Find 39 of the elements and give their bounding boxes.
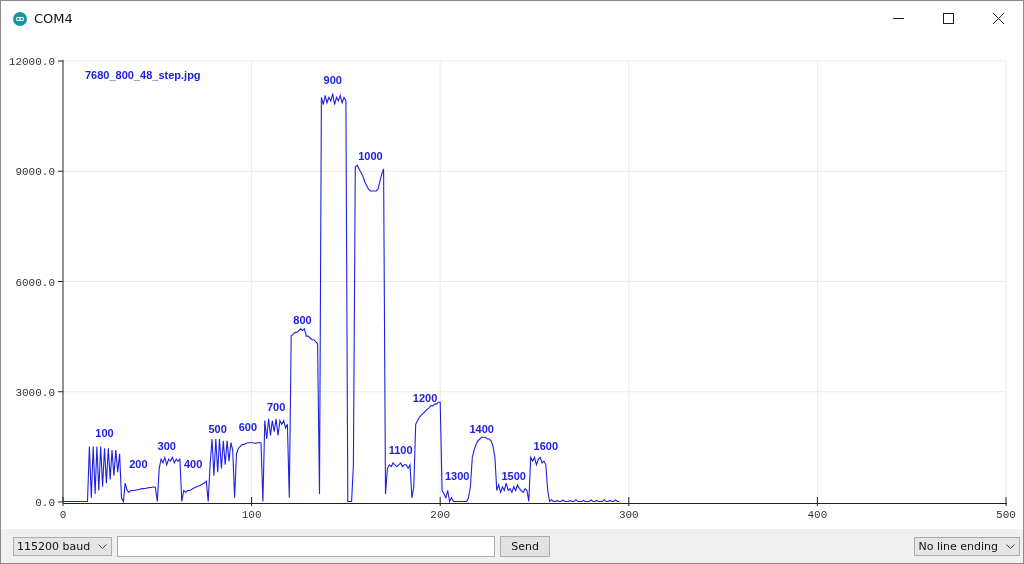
axis-tick-label: 300 — [618, 509, 639, 521]
value-label: 1400 — [469, 423, 494, 435]
axis-tick-label: 9000.0 — [15, 166, 55, 179]
value-label: 600 — [238, 421, 257, 433]
value-label: 1500 — [501, 470, 526, 482]
value-label: 400 — [183, 458, 203, 470]
axis-tick-label: 0 — [59, 509, 67, 521]
app-logo-icon — [13, 11, 27, 26]
axis-tick-label: 400 — [807, 509, 828, 521]
chevron-icon — [1006, 543, 1015, 549]
value-label: 100 — [95, 427, 114, 439]
line-ending-dropdown[interactable]: No line ending — [914, 536, 1020, 556]
value-label: 1300 — [444, 470, 470, 482]
value-label: 700 — [266, 401, 286, 413]
value-label: 1100 — [388, 444, 413, 456]
chevron-icon — [98, 543, 108, 549]
message-input-field[interactable] — [117, 535, 496, 557]
maximize-icon[interactable] — [942, 13, 954, 24]
value-label: 500 — [208, 423, 227, 435]
axis-tick-label: 3000.0 — [15, 386, 55, 399]
value-label: 1600 — [533, 440, 559, 452]
axis-tick-label: 0.0 — [35, 497, 55, 509]
axis-tick-label: 200 — [430, 509, 451, 521]
close-icon[interactable] — [992, 13, 1004, 24]
value-label: 1200 — [412, 392, 438, 404]
series-label: 7680_800_48_step.jpg — [85, 69, 201, 81]
axis-tick-label: 6000.0 — [15, 276, 55, 289]
minimize-icon[interactable] — [892, 18, 904, 19]
axis-tick-label: 500 — [996, 509, 1016, 521]
value-label: 200 — [129, 458, 148, 470]
baud-rate-dropdown[interactable]: 115200 baud — [13, 536, 113, 556]
send-button[interactable]: Send — [500, 535, 551, 557]
axis-tick-label: 100 — [241, 509, 262, 521]
value-label: 900 — [323, 74, 342, 86]
value-label: 1000 — [358, 150, 383, 162]
value-label: 300 — [157, 440, 176, 452]
window-title: COM4 — [34, 11, 73, 26]
axis-tick-label: 12000.0 — [8, 56, 55, 68]
value-label: 800 — [293, 314, 312, 326]
